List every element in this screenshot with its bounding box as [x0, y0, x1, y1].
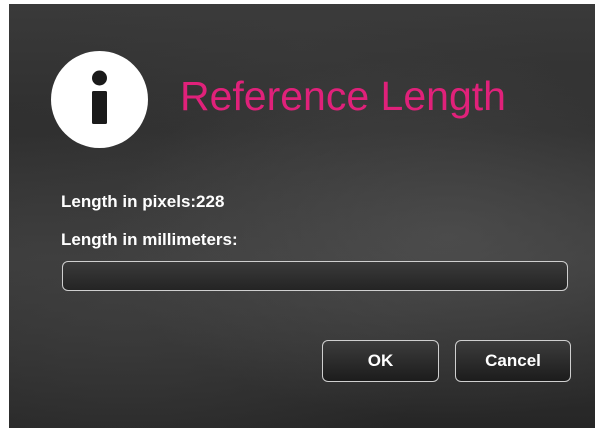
pixel-length-label: Length in pixels:228: [61, 192, 225, 211]
millimeter-length-input[interactable]: [62, 261, 568, 291]
info-icon: [51, 51, 148, 148]
millimeter-length-label: Length in millimeters:: [61, 230, 238, 249]
dialog-title: Reference Length: [180, 73, 506, 119]
reference-length-dialog: Reference Length Length in pixels:228 Le…: [9, 4, 595, 428]
cancel-button[interactable]: Cancel: [455, 340, 571, 382]
ok-button[interactable]: OK: [322, 340, 439, 382]
